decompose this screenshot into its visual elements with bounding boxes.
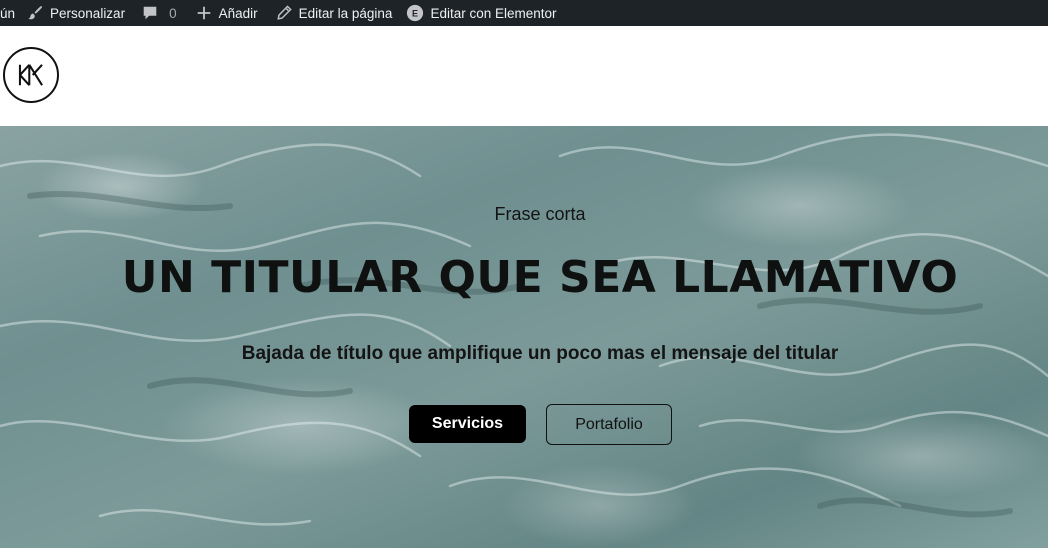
plus-icon: [195, 4, 213, 22]
hero-content: Frase corta UN TITULAR QUE SEA LLAMATIVO…: [0, 126, 1048, 548]
admin-bar-cut-item[interactable]: ún: [0, 0, 15, 26]
hero-headline: UN TITULAR QUE SEA LLAMATIVO: [121, 252, 959, 303]
add-new-link[interactable]: Añadir: [195, 0, 258, 26]
paintbrush-icon: [26, 4, 44, 22]
portafolio-button[interactable]: Portafolio: [546, 404, 672, 445]
site-header: [0, 26, 1048, 126]
edit-elementor-link[interactable]: E Editar con Elementor: [406, 0, 557, 26]
comments-link[interactable]: 0: [141, 0, 177, 26]
hero-subtitle: Bajada de título que amplifique un poco …: [241, 343, 839, 364]
customize-link[interactable]: Personalizar: [26, 0, 125, 26]
comments-count: 0: [169, 5, 177, 21]
edit-page-link[interactable]: Editar la página: [275, 0, 393, 26]
elementor-icon: E: [406, 4, 424, 22]
comment-bubble-icon: [141, 4, 159, 22]
hero-eyebrow: Frase corta: [494, 204, 586, 224]
customize-label: Personalizar: [50, 5, 126, 21]
admin-bar: ún Personalizar 0 Añadir Editar la págin…: [0, 0, 1048, 26]
add-new-label: Añadir: [218, 5, 258, 21]
site-logo[interactable]: [3, 47, 59, 103]
edit-page-label: Editar la página: [298, 5, 393, 21]
km-monogram-logo-icon: [18, 64, 43, 86]
hero-section: Frase corta UN TITULAR QUE SEA LLAMATIVO…: [0, 126, 1048, 548]
servicios-button[interactable]: Servicios: [409, 405, 526, 443]
cut-item-label: ún: [0, 5, 16, 21]
elementor-badge-letter: E: [412, 9, 418, 19]
pencil-icon: [275, 4, 293, 22]
edit-elementor-label: Editar con Elementor: [430, 5, 557, 21]
